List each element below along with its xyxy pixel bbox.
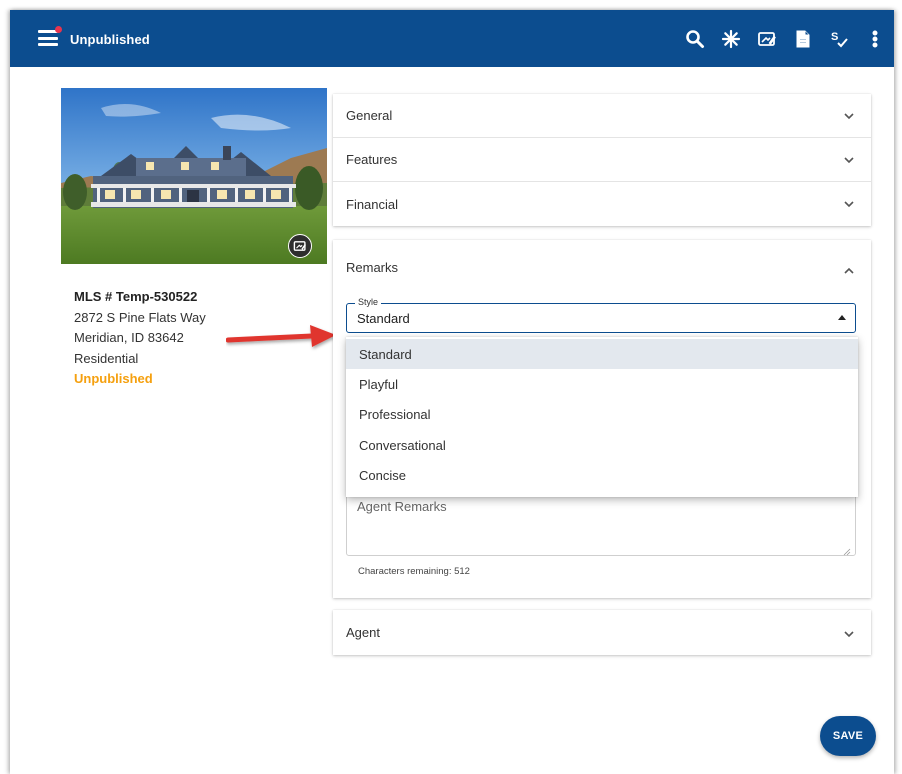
agent-remarks-placeholder: Agent Remarks <box>357 499 447 514</box>
style-option-professional[interactable]: Professional <box>346 400 858 430</box>
chevron-down-icon <box>843 198 855 210</box>
app-window: Unpublished S MLS # Temp-530522 2872 S P… <box>10 10 894 774</box>
hamburger-menu-icon[interactable] <box>38 30 58 46</box>
annotation-arrow-icon <box>225 322 342 352</box>
edit-photo-button[interactable] <box>288 234 312 258</box>
listing-street: 2872 S Pine Flats Way <box>74 309 206 325</box>
document-icon[interactable] <box>792 28 814 50</box>
style-option-playful[interactable]: Playful <box>346 369 858 399</box>
more-vert-icon[interactable] <box>864 28 886 50</box>
section-general[interactable]: General <box>333 94 871 138</box>
section-agent-label: Agent <box>346 625 380 640</box>
top-app-bar: Unpublished S <box>10 10 894 67</box>
asterisk-icon[interactable] <box>720 28 742 50</box>
style-option-concise[interactable]: Concise <box>346 460 858 490</box>
characters-remaining: Characters remaining: 512 <box>358 566 470 577</box>
section-remarks-label[interactable]: Remarks <box>346 260 398 275</box>
edit-photo-icon[interactable] <box>756 28 778 50</box>
section-features[interactable]: Features <box>333 138 871 182</box>
chevron-down-icon <box>843 627 855 639</box>
style-selected-value: Standard <box>357 311 410 326</box>
section-features-label: Features <box>346 152 398 167</box>
style-dropdown-menu: Standard Playful Professional Conversati… <box>346 337 858 497</box>
listing-photo <box>61 88 327 264</box>
style-option-conversational[interactable]: Conversational <box>346 430 858 460</box>
listing-city: Meridian, ID 83642 <box>74 330 184 345</box>
toolbar: S <box>684 28 886 50</box>
search-icon[interactable] <box>684 28 706 50</box>
spellcheck-icon[interactable]: S <box>828 28 850 50</box>
chevron-up-icon[interactable] <box>843 264 855 276</box>
listing-status: Unpublished <box>74 371 153 386</box>
accordion-top: General Features Financial <box>333 94 871 226</box>
listing-type: Residential <box>74 350 139 366</box>
resize-handle-icon[interactable] <box>843 543 851 556</box>
style-label: Style <box>355 297 382 307</box>
chevron-down-icon <box>843 154 855 166</box>
svg-text:S: S <box>831 31 838 43</box>
style-select[interactable]: Style Standard <box>346 297 856 333</box>
section-general-label: General <box>346 108 393 123</box>
caret-up-icon <box>838 315 846 320</box>
notification-dot <box>55 26 62 33</box>
agent-remarks-textarea[interactable]: Agent Remarks <box>346 488 856 556</box>
mls-number: MLS # Temp-530522 <box>74 289 198 304</box>
chevron-down-icon <box>843 110 855 122</box>
style-option-standard[interactable]: Standard <box>346 339 858 370</box>
section-financial[interactable]: Financial <box>333 182 871 226</box>
section-agent[interactable]: Agent <box>333 610 871 655</box>
section-financial-label: Financial <box>346 196 399 212</box>
save-button[interactable]: SAVE <box>820 716 876 756</box>
page-title: Unpublished <box>70 32 150 47</box>
listing-summary: MLS # Temp-530522 2872 S Pine Flats Way … <box>74 287 206 390</box>
